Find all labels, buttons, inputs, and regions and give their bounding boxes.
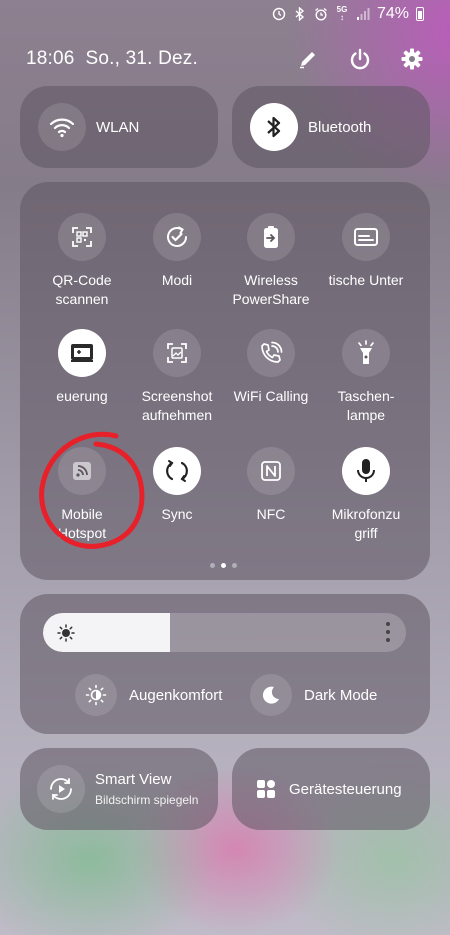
- bluetooth-icon: [250, 103, 298, 151]
- powershare-icon: [247, 213, 295, 261]
- quick-panel-header: 18:06 So., 31. Dez.: [26, 44, 430, 74]
- sun-icon: [57, 624, 75, 647]
- microphone-icon: [342, 447, 390, 495]
- eye-comfort-button[interactable]: Augenkomfort: [75, 674, 222, 716]
- smart-view-tile[interactable]: Smart View Bildschirm spiegeln: [20, 748, 218, 830]
- mobile-hotspot-label: Mobile Hotspot: [57, 506, 107, 541]
- wlan-tile[interactable]: WLAN: [20, 86, 218, 168]
- signal-icon: [356, 7, 370, 21]
- live-caption-icon: [342, 213, 390, 261]
- nfc-tile[interactable]: NFC: [221, 447, 321, 524]
- brightness-panel: Augenkomfort Dark Mode: [20, 594, 430, 734]
- pencil-icon: [300, 52, 315, 69]
- qr-code-label: QR-Code scannen: [52, 272, 112, 307]
- live-caption-tile[interactable]: tische Unter: [316, 213, 416, 290]
- device-control-bottom-tile[interactable]: Gerätesteuerung: [232, 748, 430, 830]
- sync-label: Sync: [161, 506, 193, 522]
- flashlight-tile[interactable]: Taschen- lampe: [316, 329, 416, 425]
- clock-alarm-icon: [272, 7, 286, 21]
- wireless-powershare-tile[interactable]: Wireless PowerShare: [221, 213, 321, 309]
- wireless-powershare-label: Wireless PowerShare: [232, 272, 310, 307]
- qr-code-tile[interactable]: QR-Code scannen: [32, 213, 132, 309]
- screenshot-label: Screenshot aufnehmen: [141, 388, 213, 423]
- page-indicator: [210, 563, 237, 568]
- device-control-label: euerung: [56, 388, 108, 404]
- nfc-icon: [247, 447, 295, 495]
- battery-icon: [416, 7, 424, 21]
- modes-label: Modi: [161, 272, 193, 288]
- page-dot-active: [221, 563, 226, 568]
- quick-settings-grid: QR-Code scannen Modi Wireless PowerShare…: [20, 182, 430, 580]
- edit-button[interactable]: [290, 44, 326, 74]
- wifi-icon: [38, 103, 86, 151]
- device-control-title: Gerätesteuerung: [289, 780, 402, 798]
- bluetooth-label: Bluetooth: [308, 118, 372, 136]
- wlan-label: WLAN: [96, 118, 140, 136]
- mobile-hotspot-tile[interactable]: Mobile Hotspot: [32, 447, 132, 543]
- gear-icon: [401, 48, 423, 70]
- screenshot-icon: [153, 329, 201, 377]
- wifi-calling-label: WiFi Calling: [233, 388, 309, 404]
- smart-view-icon: [37, 765, 85, 813]
- microphone-access-label: Mikrofonzu griff: [331, 506, 401, 541]
- screenshot-tile[interactable]: Screenshot aufnehmen: [127, 329, 227, 425]
- page-dot: [210, 563, 215, 568]
- device-grid-icon: [256, 779, 276, 799]
- more-options-icon[interactable]: [386, 622, 390, 642]
- dark-mode-label: Dark Mode: [304, 686, 378, 704]
- device-control-tile[interactable]: euerung: [32, 329, 132, 406]
- page-dot: [232, 563, 237, 568]
- settings-button[interactable]: [394, 44, 430, 74]
- flashlight-label: Taschen- lampe: [337, 388, 395, 423]
- wifi-calling-tile[interactable]: WiFi Calling: [221, 329, 321, 406]
- alarm-icon: [314, 7, 328, 21]
- bluetooth-tile[interactable]: Bluetooth: [232, 86, 430, 168]
- qr-scan-icon: [58, 213, 106, 261]
- power-icon: [350, 48, 370, 70]
- flashlight-icon: [342, 329, 390, 377]
- microphone-access-tile[interactable]: Mikrofonzu griff: [316, 447, 416, 543]
- eye-comfort-label: Augenkomfort: [129, 686, 223, 704]
- nfc-label: NFC: [256, 506, 286, 522]
- hotspot-icon: [58, 447, 106, 495]
- smart-view-title: Smart View: [95, 771, 172, 788]
- status-bar: 5G ↕ 74%: [272, 0, 424, 28]
- power-button[interactable]: [342, 44, 378, 74]
- eye-comfort-icon: [75, 674, 117, 716]
- 5g-icon: 5G ↕: [336, 5, 348, 22]
- sync-icon: [153, 447, 201, 495]
- sync-tile[interactable]: Sync: [127, 447, 227, 524]
- bluetooth-icon: [293, 7, 307, 21]
- dark-mode-button[interactable]: Dark Mode: [250, 674, 377, 716]
- date-time: 18:06 So., 31. Dez.: [26, 48, 198, 69]
- brightness-slider[interactable]: [43, 613, 406, 652]
- moon-icon: [250, 674, 292, 716]
- device-control-icon: [58, 329, 106, 377]
- live-caption-label: tische Unter: [328, 272, 404, 288]
- modes-check-icon: [153, 213, 201, 261]
- battery-percent: 74%: [376, 5, 409, 22]
- wifi-calling-icon: [247, 329, 295, 377]
- smart-view-subtitle: Bildschirm spiegeln: [95, 793, 199, 807]
- modes-tile[interactable]: Modi: [127, 213, 227, 290]
